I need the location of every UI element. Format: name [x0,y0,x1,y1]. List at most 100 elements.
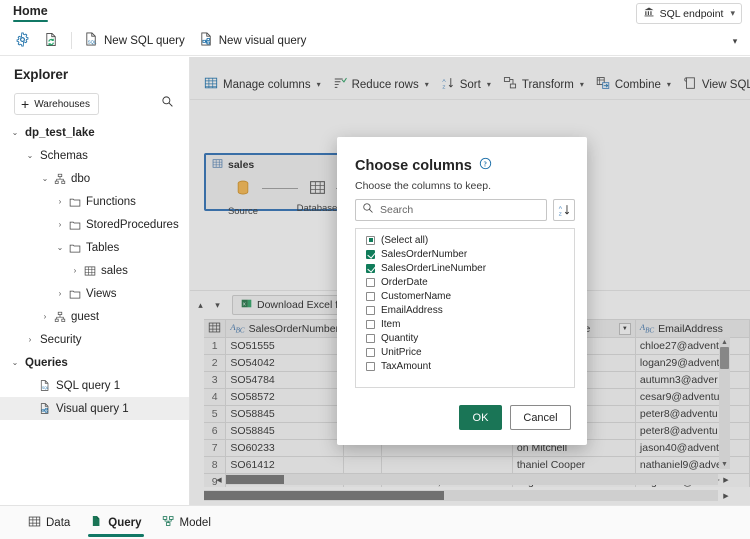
chevron-down-icon[interactable]: ⌄ [8,358,22,367]
checkbox[interactable] [366,249,375,259]
column-checkbox-orderdate[interactable]: OrderDate [356,275,574,289]
tree-item-storedprocedures[interactable]: › StoredProcedures [0,213,189,236]
transform-button[interactable]: Transform ▾ [497,73,590,97]
tree-item-guest[interactable]: › guest [0,305,189,328]
grid-vertical-scrollbar[interactable]: ▲ ▼ [719,337,730,469]
statusbar-tab-model[interactable]: Model [154,508,219,538]
manage-columns-button[interactable]: Manage columns ▾ [198,73,327,97]
checkbox[interactable] [366,319,375,329]
column-checkbox-item[interactable]: Item [356,317,574,331]
refresh-button[interactable] [37,29,66,53]
view-sql-label: View SQL [701,78,750,91]
sql-endpoint-switcher[interactable]: SQL endpoint ▾ [635,3,742,24]
combine-button[interactable]: Combine ▾ [590,73,677,97]
checkbox[interactable] [366,277,375,287]
tree-item-security[interactable]: › Security [0,328,189,351]
column-checkbox-select-all[interactable]: (Select all) [356,233,574,247]
new-sql-query-button[interactable]: SQL New SQL query [77,29,192,53]
chevron-right-icon[interactable]: › [53,197,67,206]
new-visual-query-button[interactable]: New visual query [192,29,314,53]
checkbox[interactable] [366,347,375,357]
tree-item-schemas[interactable]: ⌄ Schemas [0,144,189,167]
chevron-right-icon[interactable]: › [53,289,67,298]
chevron-down-icon[interactable]: ▾ [580,80,584,89]
scroll-left-arrow[interactable]: ◀ [213,474,225,485]
column-checkbox-customername[interactable]: CustomerName [356,289,574,303]
tree-item-tables[interactable]: ⌄ Tables [0,236,189,259]
vscroll-thumb[interactable] [720,347,729,369]
scroll-right-arrow[interactable]: ▶ [720,474,732,485]
grid-horizontal-scrollbar[interactable]: ◀ ▶ [216,474,729,485]
column-checkbox-salesorderlinenumber[interactable]: SalesOrderLineNumber [356,261,574,275]
sort-button[interactable]: A Z Sort ▾ [435,73,497,97]
step-source[interactable]: Source [206,179,280,217]
tree-item-functions[interactable]: › Functions [0,190,189,213]
chevron-right-icon[interactable]: › [53,220,67,229]
column-filter-icon[interactable]: ▼ [618,322,631,335]
column-header-salesordernumber[interactable]: ABC SalesOrderNumber [225,319,345,338]
reduce-rows-button[interactable]: Reduce rows ▾ [327,73,435,97]
tree-item-dp-test-lake[interactable]: ⌄ dp_test_lake [0,121,189,144]
hscroll-inner-thumb[interactable] [226,475,284,484]
scroll-up-arrow[interactable]: ▲ [719,337,730,347]
active-tab-underline [88,534,144,537]
chevron-right-icon[interactable]: › [68,266,82,275]
columns-checkbox-list[interactable]: (Select all) SalesOrderNumber SalesOrderLi… [355,228,575,388]
table-icon [212,158,223,172]
settings-button[interactable] [8,29,37,53]
column-checkbox-emailaddress[interactable]: EmailAddress [356,303,574,317]
chevron-down-icon[interactable]: ▾ [667,80,671,89]
checkbox[interactable] [366,361,375,371]
sort-az-button[interactable]: A Z [553,199,575,221]
chevron-down-icon[interactable]: ⌄ [38,174,52,183]
chevron-right-icon[interactable]: › [38,312,52,321]
chevron-up-icon[interactable]: ▴ [193,296,208,314]
checkbox[interactable] [366,305,375,315]
tree-item-sql-query-1[interactable]: SQL SQL query 1 [0,374,189,397]
chevron-down-icon[interactable]: ⌄ [8,128,22,137]
checkbox[interactable] [366,333,375,343]
tree-item-queries[interactable]: ⌄ Queries [0,351,189,374]
grid-corner-cell[interactable] [204,319,227,338]
pane-scroll-right-arrow[interactable]: ▶ [720,490,732,501]
view-sql-button[interactable]: View SQL [677,73,750,97]
chevron-down-icon[interactable]: ▾ [487,80,491,89]
statusbar-tab-data[interactable]: Data [20,508,78,538]
tree-item-dbo[interactable]: ⌄ dbo [0,167,189,190]
add-warehouses-button[interactable]: + Warehouses [14,93,99,115]
tree-item-views[interactable]: › Views [0,282,189,305]
dialog-search-box[interactable] [355,199,547,221]
hscroll-outer-thumb[interactable] [204,491,444,500]
chevron-down-icon[interactable]: ⌄ [53,243,67,252]
choose-columns-dialog: Choose columns ? Choose the columns to k… [337,137,587,445]
column-checkbox-taxamount[interactable]: TaxAmount [356,359,574,373]
chevron-down-icon[interactable]: ▾ [317,80,321,89]
question-circle-icon[interactable]: ? [479,157,492,174]
checkbox[interactable] [366,235,375,245]
checkbox[interactable] [366,291,375,301]
svg-text:Z: Z [559,211,562,217]
tree-item-sales[interactable]: › sales [0,259,189,282]
chevron-down-icon[interactable]: ⌄ [23,151,37,160]
row-number: 3 [204,371,227,389]
plus-icon: + [21,96,30,112]
chevron-down-icon[interactable]: ▾ [425,80,429,89]
chevron-right-icon[interactable]: › [23,335,37,344]
tab-home[interactable]: Home [8,2,53,22]
column-checkbox-unitprice[interactable]: UnitPrice [356,345,574,359]
column-checkbox-salesordernumber[interactable]: SalesOrderNumber [356,247,574,261]
tree-item-visual-query-1[interactable]: Visual query 1 [0,397,189,420]
cancel-button[interactable]: Cancel [510,405,571,430]
explorer-search-button[interactable] [156,93,178,115]
ribbon-collapse-button[interactable]: ▾ [727,33,743,49]
column-checkbox-quantity[interactable]: Quantity [356,331,574,345]
table-row[interactable]: 8 SO61412 thaniel Cooper nathaniel9@adve [204,456,750,474]
checkbox[interactable] [366,263,375,273]
statusbar-tab-query[interactable]: Query [82,508,149,538]
search-input[interactable] [380,204,530,216]
ok-button[interactable]: OK [459,405,502,430]
column-header-emailaddress[interactable]: ABC EmailAddress [635,319,750,338]
chevron-down-icon[interactable]: ▾ [210,296,225,314]
scroll-down-arrow[interactable]: ▼ [719,459,730,469]
pane-horizontal-scrollbar[interactable]: ▶ [204,490,729,501]
